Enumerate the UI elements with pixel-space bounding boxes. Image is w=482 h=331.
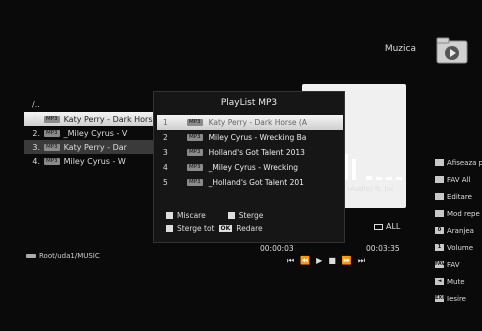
playlist-title: PlayList MP3	[220, 98, 278, 108]
folder-music-icon	[436, 35, 470, 65]
key-icon	[227, 212, 235, 219]
current-path: Root/uda1/MUSIC	[26, 252, 100, 260]
menu-item-exit[interactable]: EXIT Iesire	[435, 290, 482, 307]
rewind-icon[interactable]: ⏪	[300, 256, 310, 266]
menu-item-label: Aranjea	[447, 226, 474, 235]
key-icon	[166, 225, 173, 232]
side-menu: Afiseaza p FAV All Editare Mod repe 0 Ara…	[435, 154, 482, 307]
menu-item-label: Afiseaza p	[447, 158, 482, 167]
item-title: Miley Cyrus - W	[63, 156, 126, 166]
item-number: 3.	[32, 142, 40, 152]
menu-item-volume[interactable]: 1 Volume	[435, 239, 482, 256]
playlist-item[interactable]: 2 MP3 Miley Cyrus - Wrecking Ba	[157, 130, 343, 145]
mp3-badge-icon: MP3	[187, 179, 203, 186]
item-number: 2	[163, 133, 168, 142]
menu-item-label: Editare	[447, 192, 472, 201]
spectrum-bar	[376, 177, 382, 180]
menu-item-display[interactable]: Afiseaza p	[435, 154, 482, 171]
key-icon	[435, 159, 444, 166]
ok-key-icon: OK	[218, 225, 233, 232]
menu-item-label: FAV	[447, 260, 460, 269]
key-icon	[435, 193, 444, 200]
key-icon	[166, 212, 173, 219]
key-icon: FAV	[435, 261, 446, 268]
usb-icon	[26, 254, 36, 258]
next-track-icon[interactable]: ⏭	[358, 256, 365, 266]
item-title: Katy Perry - Dark Horse	[63, 114, 158, 124]
item-number: 2.	[32, 128, 40, 138]
item-number: 1.	[32, 114, 40, 124]
playlist-actions: Miscare Sterge Sterge tot OK Redare	[166, 209, 263, 235]
play-icon[interactable]: ▶	[316, 256, 322, 266]
previous-track-icon[interactable]: ⏮	[287, 256, 294, 266]
playlist-item[interactable]: 1 MP3 Katy Perry - Dark Horse (A	[157, 115, 343, 130]
item-title: Katy Perry - Dar	[63, 142, 127, 152]
transport-controls: ⏮ ⏪ ▶ ■ ⏩ ⏭	[287, 256, 365, 266]
playlist-item[interactable]: 3 MP3 Holland's Got Talent 2013	[157, 145, 343, 160]
menu-item-label: Volume	[447, 243, 474, 252]
total-time: 00:03:35	[366, 244, 400, 253]
menu-item-label: Mute	[447, 277, 465, 286]
mp3-badge-icon: MP3	[187, 134, 203, 141]
menu-item-label: Mod repe	[447, 209, 480, 218]
item-title: _Miley Cyrus - V	[63, 128, 128, 138]
path-label: Root/uda1/MUSIC	[39, 252, 100, 260]
key-icon: 1	[435, 244, 444, 251]
playlist-list: 1 MP3 Katy Perry - Dark Horse (A 2 MP3 M…	[157, 115, 343, 190]
menu-item-mute[interactable]: ◄ Mute	[435, 273, 482, 290]
fast-forward-icon[interactable]: ⏩	[342, 256, 352, 266]
menu-item-repeat-mode[interactable]: Mod repe	[435, 205, 482, 222]
play-action[interactable]: Redare	[236, 224, 262, 233]
key-icon	[435, 176, 444, 183]
spectrum-bar	[386, 177, 392, 180]
move-action[interactable]: Miscare	[177, 211, 206, 220]
mp3-badge-icon: MP3	[187, 149, 203, 156]
menu-item-sort[interactable]: 0 Aranjea	[435, 222, 482, 239]
item-number: 5	[163, 178, 168, 187]
spectrum-bar	[366, 176, 372, 180]
delete-all-action[interactable]: Sterge tot	[177, 224, 215, 233]
item-number: 4	[163, 163, 168, 172]
mp3-badge-icon: MP3	[187, 119, 203, 126]
item-number: 1	[163, 118, 168, 127]
playlist-dialog: PlayList MP3 1 MP3 Katy Perry - Dark Hor…	[153, 91, 345, 243]
key-icon: 0	[435, 227, 444, 234]
mp3-badge-icon: MP3	[44, 115, 60, 123]
menu-item-fav[interactable]: FAV FAV	[435, 256, 482, 273]
repeat-icon	[374, 223, 383, 230]
mp3-badge-icon: MP3	[187, 164, 203, 171]
mp3-badge-icon: MP3	[44, 129, 60, 137]
menu-item-label: Iesire	[447, 294, 466, 303]
elapsed-time: 00:00:03	[260, 244, 294, 253]
item-title: Holland's Got Talent 2013	[208, 148, 305, 157]
spectrum-bar	[352, 159, 356, 180]
playlist-item[interactable]: 4 MP3 _Miley Cyrus - Wrecking	[157, 160, 343, 175]
item-title: _Miley Cyrus - Wrecking	[208, 163, 298, 172]
repeat-label: ALL	[386, 222, 401, 231]
page-title: Muzica	[384, 44, 416, 54]
item-title: _Holland's Got Talent 201	[208, 178, 304, 187]
key-icon	[435, 210, 444, 217]
mp3-badge-icon: MP3	[44, 157, 60, 165]
stop-icon[interactable]: ■	[328, 256, 336, 266]
spectrum-bar	[396, 177, 402, 180]
key-icon: EXIT	[435, 295, 448, 302]
menu-item-label: FAV All	[447, 175, 471, 184]
item-title: Katy Perry - Dark Horse (A	[208, 118, 307, 127]
playlist-item[interactable]: 5 MP3 _Holland's Got Talent 201	[157, 175, 343, 190]
key-icon: ◄	[435, 278, 444, 285]
delete-action[interactable]: Sterge	[239, 211, 264, 220]
item-number: 3	[163, 148, 168, 157]
menu-item-edit[interactable]: Editare	[435, 188, 482, 205]
repeat-mode[interactable]: ALL	[374, 222, 400, 231]
menu-item-fav-all[interactable]: FAV All	[435, 171, 482, 188]
item-title: Miley Cyrus - Wrecking Ba	[208, 133, 307, 142]
item-number: 4.	[32, 156, 40, 166]
mp3-badge-icon: MP3	[44, 143, 60, 151]
